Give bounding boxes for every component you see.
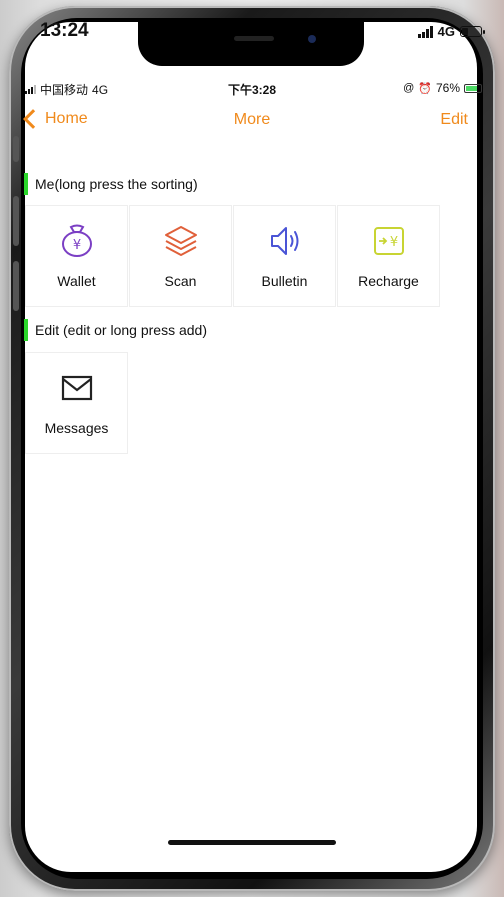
section-title-edit: Edit (edit or long press add): [35, 322, 207, 338]
section-indicator: [24, 173, 28, 195]
tile-wallet[interactable]: ¥ Wallet: [25, 205, 128, 307]
svg-text:¥: ¥: [389, 235, 397, 250]
network-type: 4G: [437, 24, 455, 39]
recharge-icon: ¥: [371, 223, 407, 259]
front-camera: [308, 35, 316, 43]
scan-icon: [163, 223, 199, 259]
notch: [138, 22, 364, 66]
inner-battery-icon: [464, 83, 482, 93]
phone-clock: 13:24: [40, 20, 89, 41]
section-header-me: Me(long press the sorting): [24, 173, 198, 195]
edit-grid: Messages: [25, 352, 447, 454]
tile-bulletin[interactable]: Bulletin: [233, 205, 336, 307]
battery-percent: 76%: [435, 81, 460, 95]
inner-status-right: @ ⏰ 76%: [403, 81, 482, 95]
mute-switch: [13, 136, 19, 162]
tile-label: Messages: [44, 420, 109, 436]
wallet-icon: ¥: [59, 223, 95, 259]
bulletin-icon: [267, 223, 303, 259]
section-header-edit: Edit (edit or long press add): [24, 319, 207, 341]
inner-battery-fill: [466, 85, 477, 91]
tile-label: Recharge: [358, 273, 419, 289]
section-title-me: Me(long press the sorting): [35, 176, 198, 192]
section-indicator: [24, 319, 28, 341]
speaker-grille: [234, 36, 274, 41]
volume-up-button: [13, 196, 19, 246]
signal-icon: [417, 25, 433, 38]
home-indicator[interactable]: [168, 840, 336, 845]
navigation-bar: Home More Edit: [0, 108, 504, 134]
phone-status-right: 4G: [417, 24, 485, 39]
tile-label: Bulletin: [261, 273, 308, 289]
tile-label: Wallet: [57, 273, 96, 289]
tile-scan[interactable]: Scan: [129, 205, 232, 307]
alarm-icon: ⏰: [418, 82, 432, 95]
battery-fill: [462, 28, 468, 35]
tile-label: Scan: [164, 273, 197, 289]
tile-recharge[interactable]: ¥ Recharge: [337, 205, 440, 307]
messages-icon: [59, 370, 95, 406]
page-title: More: [233, 111, 271, 128]
svg-text:¥: ¥: [72, 238, 80, 253]
battery-icon: [460, 26, 485, 37]
inner-status-bar: 中国移动 4G 下午3:28 @ ⏰ 76%: [0, 81, 504, 99]
edit-button[interactable]: Edit: [440, 111, 468, 129]
volume-down-button: [13, 261, 19, 311]
location-icon: @: [403, 82, 415, 94]
me-grid: ¥ Wallet Scan Bulletin ¥ Recharge: [25, 205, 447, 307]
tile-messages[interactable]: Messages: [25, 352, 128, 454]
